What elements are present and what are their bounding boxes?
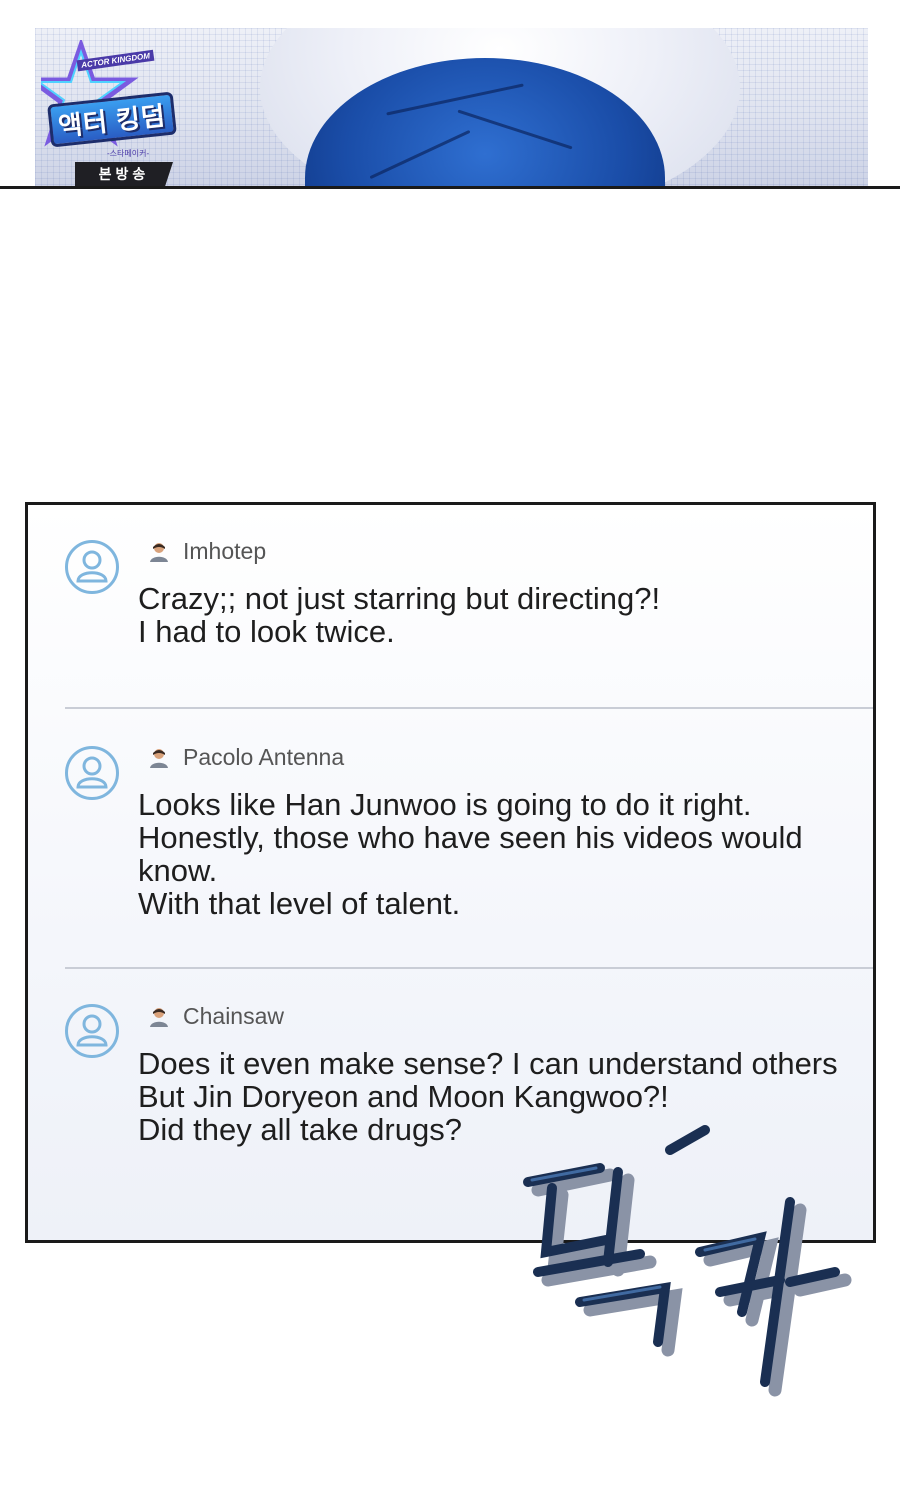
user-badge-icon [150, 542, 168, 562]
avatar[interactable] [65, 1004, 119, 1058]
user-avatar-icon [76, 550, 108, 583]
comment-author: Chainsaw [148, 1003, 284, 1030]
comment-username[interactable]: Chainsaw [183, 1003, 284, 1030]
actor-kingdom-logo: ACTOR KINGDOM 액터 킹덤 -스타메이커- [41, 40, 206, 162]
comment-text: Crazy;; not just starring but directing?… [138, 581, 661, 649]
comment-author: Pacolo Antenna [148, 744, 344, 771]
comment-username[interactable]: Pacolo Antenna [183, 744, 344, 771]
comment-divider [65, 707, 873, 709]
sfx-lettering-art: 탈칵 [523, 1125, 852, 1397]
episode-banner: ACTOR KINGDOM 액터 킹덤 -스타메이커- 본방송 [35, 28, 868, 186]
user-badge-icon [150, 1007, 168, 1027]
avatar[interactable] [65, 540, 119, 594]
sound-effect: 탈칵 [500, 1120, 900, 1420]
comment-text: Looks like Han Junwoo is going to do it … [138, 787, 803, 921]
logo-tagline: -스타메이커- [107, 149, 150, 158]
broadcast-badge: 본방송 [75, 162, 173, 186]
avatar[interactable] [65, 746, 119, 800]
user-badge-icon [150, 748, 168, 768]
banner-bottom-border [0, 186, 900, 189]
comment-username[interactable]: Imhotep [183, 538, 266, 565]
user-avatar-icon [76, 756, 108, 789]
comment-author: Imhotep [148, 538, 266, 565]
user-avatar-icon [76, 1014, 108, 1047]
comment-divider [65, 967, 873, 969]
